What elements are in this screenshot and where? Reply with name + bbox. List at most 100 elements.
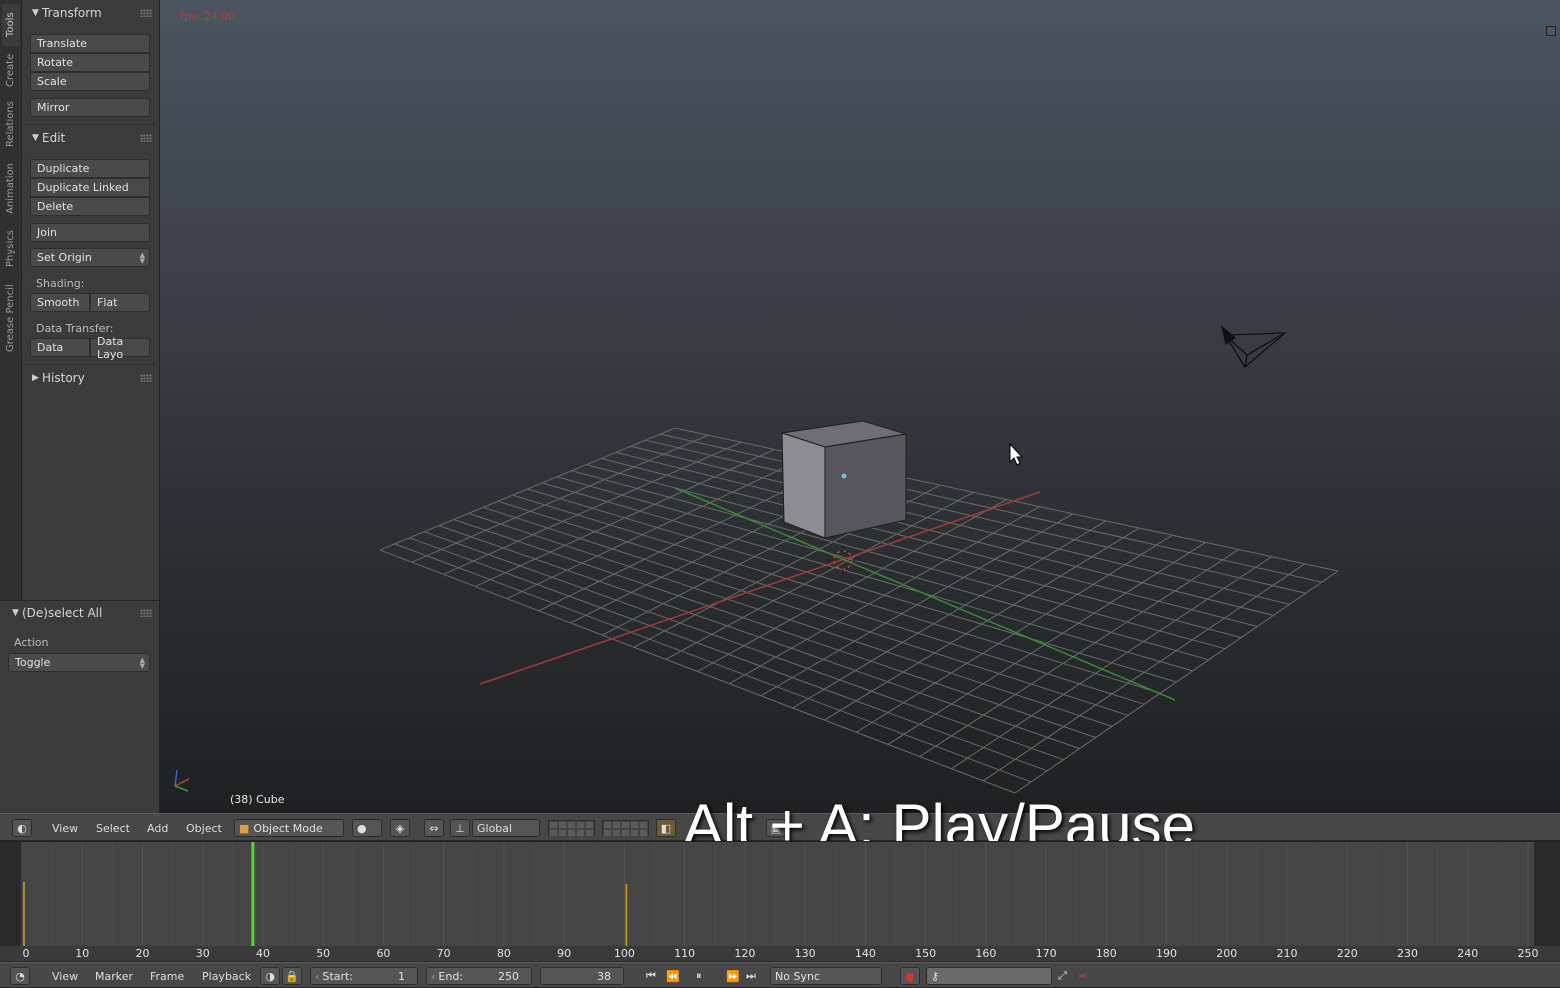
operator-panel-header[interactable]: ▼ (De)select All [12, 603, 152, 623]
ruler-tick-label: 60 [376, 947, 391, 960]
menu-marker[interactable]: Marker [95, 967, 133, 985]
shading-label: Shading: [36, 277, 85, 290]
dropdown-arrows-icon: ▲ ▼ [139, 655, 145, 670]
sync-dropdown[interactable]: No Sync [770, 967, 882, 985]
lock-layers-icon[interactable]: ◧ [656, 819, 676, 837]
camera-object [1220, 325, 1287, 368]
grid-line [951, 556, 1272, 770]
collapse-triangle-icon: ▼ [32, 8, 39, 18]
translate-button[interactable]: Translate [30, 34, 150, 53]
mirror-button[interactable]: Mirror [30, 98, 150, 117]
ruler-tick-label: 150 [915, 947, 937, 960]
current-frame-field[interactable]: 38 [540, 967, 624, 985]
pivot-point-icon[interactable]: ◈ [390, 819, 410, 837]
set-origin-dropdown[interactable]: Set Origin ▲ ▼ [30, 248, 150, 267]
edit-panel-header[interactable]: ▼ Edit [32, 128, 152, 148]
tool-tab-strip: Tools Create Relations Animation Physics… [0, 0, 22, 600]
tab-animation[interactable]: Animation [2, 158, 20, 220]
tab-physics[interactable]: Physics [2, 226, 20, 272]
layer-buttons-b[interactable] [602, 820, 649, 837]
insert-keyframe-icon[interactable]: ⤢ [1058, 967, 1067, 985]
tool-shelf: ▼ Transform Translate Rotate Scale Mirro… [22, 0, 160, 600]
edit-panel-title: Edit [42, 131, 66, 145]
frame-ruler[interactable]: 0 10 20 30 40 50 60 70 80 90 100 110 120 130 140 150 160… [0, 946, 1560, 961]
editor-type-clock-icon[interactable]: ◔ [10, 967, 30, 985]
3d-viewport[interactable]: fps: 24.00 (38) Cube [160, 0, 1560, 813]
drag-grip-icon[interactable] [140, 9, 152, 17]
keying-set-field[interactable]: ⚷ [926, 967, 1052, 985]
jump-keyframe-back-icon[interactable]: ⏪ [666, 967, 680, 985]
menu-add[interactable]: Add [147, 819, 168, 837]
end-label: End: [438, 969, 464, 983]
collapse-triangle-icon: ▼ [12, 608, 19, 618]
jump-keyframe-forward-icon[interactable]: ⏩ [726, 967, 740, 985]
ruler-tick-label: 100 [613, 947, 635, 960]
axis-gizmo-icon [174, 769, 190, 792]
mode-dropdown[interactable]: ■ Object Mode [234, 819, 344, 837]
drag-grip-icon[interactable] [140, 134, 152, 142]
lock-icon[interactable]: 🔒 [282, 967, 302, 985]
start-frame-field[interactable]: ‹ Start: 1 [310, 967, 418, 985]
duplicate-button[interactable]: Duplicate [30, 159, 150, 178]
tab-tools[interactable]: Tools [2, 4, 20, 46]
active-object-label: (38) Cube [230, 793, 285, 806]
rotate-button[interactable]: Rotate [30, 53, 150, 72]
history-panel-header[interactable]: ▶ History [32, 368, 152, 388]
menu-frame[interactable]: Frame [150, 967, 184, 985]
timeline-area [0, 842, 1560, 946]
ruler-tick-label: 240 [1457, 947, 1479, 960]
data-transfer-button[interactable]: Data [30, 338, 90, 357]
jump-end-icon[interactable]: ⏭ [746, 967, 756, 985]
menu-view[interactable]: View [52, 967, 78, 985]
start-label: Start: [322, 969, 353, 983]
ruler-tick-label: 70 [436, 947, 451, 960]
ruler-tick-label: 90 [557, 947, 572, 960]
transform-panel-header[interactable]: ▼ Transform [32, 3, 152, 23]
drag-grip-icon[interactable] [140, 374, 152, 382]
jump-start-icon[interactable]: ⏮ [646, 967, 656, 985]
tab-relations[interactable]: Relations [2, 96, 20, 152]
transform-orientation-icon[interactable]: ⊥ [450, 819, 470, 837]
data-layout-button[interactable]: Data Layo [90, 335, 150, 361]
drag-grip-icon[interactable] [140, 609, 152, 617]
delete-keyframe-icon[interactable]: ✂ [1078, 967, 1087, 985]
tab-create[interactable]: Create [2, 48, 20, 92]
sphere-shading-icon: ● [357, 821, 367, 835]
layer-buttons-a[interactable] [548, 820, 595, 837]
scale-button[interactable]: Scale [30, 72, 150, 91]
expand-triangle-icon: ▶ [32, 373, 39, 383]
action-dropdown[interactable]: Toggle ▲ ▼ [8, 653, 150, 672]
shade-flat-button[interactable]: Flat [90, 293, 150, 312]
menu-select[interactable]: Select [96, 819, 130, 837]
viewport-shading-dropdown[interactable]: ● [352, 819, 382, 837]
end-frame-field[interactable]: ‹ End: 250 [426, 967, 532, 985]
arrow-left-icon: ‹ [431, 969, 436, 983]
delete-button[interactable]: Delete [30, 197, 150, 216]
tab-grease-pencil[interactable]: Grease Pencil [2, 280, 20, 356]
transform-panel-title: Transform [42, 6, 102, 20]
ruler-tick-label: 130 [794, 947, 816, 960]
manipulator-toggle-icon[interactable]: ⇔ [424, 819, 444, 837]
timeline-header: ◔ View Marker Frame Playback ◑ 🔒 ‹ Start… [0, 962, 1560, 988]
duplicate-linked-button[interactable]: Duplicate Linked [30, 178, 150, 197]
record-button-icon[interactable]: ● [900, 967, 920, 985]
menu-object[interactable]: Object [186, 819, 222, 837]
orientation-dropdown[interactable]: Global [472, 819, 540, 837]
join-button[interactable]: Join [30, 223, 150, 242]
ruler-tick-label: 80 [496, 947, 511, 960]
ruler-tick-label: 140 [854, 947, 876, 960]
preview-range-icon[interactable]: ◑ [260, 967, 280, 985]
history-panel-title: History [42, 371, 85, 385]
sync-value: No Sync [775, 969, 820, 983]
menu-playback[interactable]: Playback [202, 967, 251, 985]
ruler-tick-label: 210 [1276, 947, 1298, 960]
set-origin-label: Set Origin [37, 251, 92, 264]
ruler-tick-label: 50 [316, 947, 331, 960]
timeline-editor[interactable]: 0 10 20 30 40 50 60 70 80 90 100 110 120 130 140 150 160… [0, 841, 1560, 961]
pause-icon[interactable]: ⏸ [696, 967, 702, 985]
viewport-corner-widget[interactable] [1546, 26, 1556, 36]
menu-view[interactable]: View [52, 819, 78, 837]
ruler-tick-label: 200 [1216, 947, 1238, 960]
shade-smooth-button[interactable]: Smooth [30, 293, 90, 312]
editor-type-icon[interactable]: ◐ [12, 819, 32, 837]
